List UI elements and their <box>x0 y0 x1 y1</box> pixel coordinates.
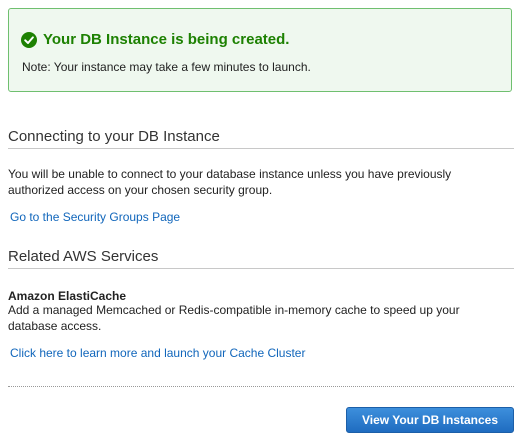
section-divider <box>8 148 514 149</box>
footer-divider <box>8 386 514 387</box>
success-alert: Your DB Instance is being created. Note:… <box>8 8 512 92</box>
connecting-text: You will be unable to connect to your da… <box>8 167 452 197</box>
cache-cluster-link[interactable]: Click here to learn more and launch your… <box>10 346 305 360</box>
alert-title-row: Your DB Instance is being created. <box>21 31 289 48</box>
alert-note: Note: Your instance may take a few minut… <box>22 60 311 74</box>
view-db-instances-button[interactable]: View Your DB Instances <box>346 407 514 433</box>
related-services-heading: Related AWS Services <box>8 248 159 265</box>
section-divider <box>8 268 514 269</box>
security-groups-link[interactable]: Go to the Security Groups Page <box>10 210 180 224</box>
connecting-heading: Connecting to your DB Instance <box>8 128 220 145</box>
alert-title: Your DB Instance is being created. <box>43 31 290 48</box>
service-name: Amazon ElastiCache <box>8 289 127 303</box>
check-circle-icon <box>21 31 37 48</box>
service-description: Add a managed Memcached or Redis-compati… <box>8 303 460 333</box>
